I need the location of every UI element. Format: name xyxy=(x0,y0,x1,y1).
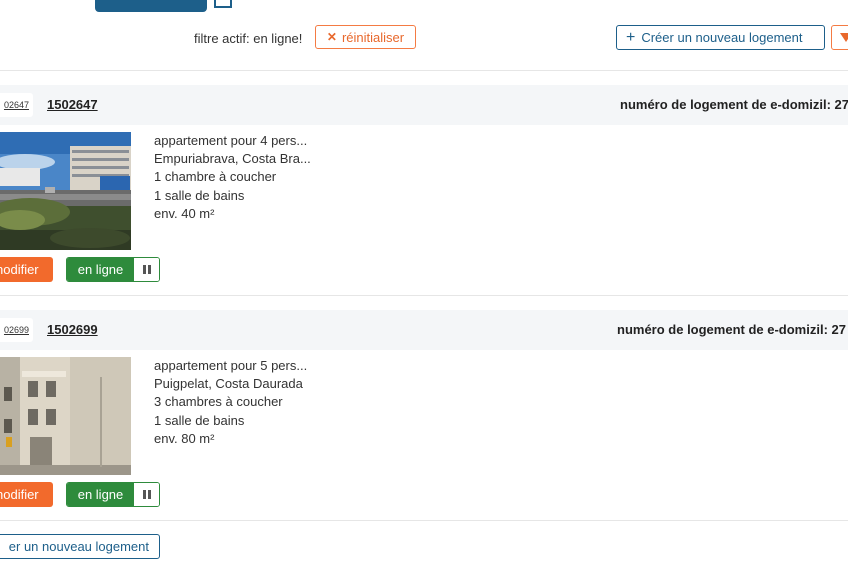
listing-area: env. 80 m² xyxy=(154,430,215,446)
listing-location: Puigpelat, Costa Daurada xyxy=(154,376,303,392)
status-toggle[interactable]: en ligne xyxy=(66,482,160,507)
listing-photo[interactable] xyxy=(0,357,131,475)
listing-location: Empuriabrava, Costa Bra... xyxy=(154,151,311,167)
filter-icon xyxy=(840,33,848,42)
divider xyxy=(0,295,848,296)
list-view-icon[interactable] xyxy=(214,0,232,8)
online-status-button[interactable]: en ligne xyxy=(67,483,134,506)
listing-header: 02699 1502699 numéro de logement de e-do… xyxy=(0,310,848,350)
listing-bathrooms: 1 salle de bains xyxy=(154,412,245,428)
edit-button[interactable]: nodifier xyxy=(0,482,53,507)
listing-type: appartement pour 4 pers... xyxy=(154,133,308,148)
edit-button[interactable]: nodifier xyxy=(0,257,53,282)
reset-filter-button[interactable]: ✕ réinitialiser xyxy=(315,25,416,49)
listing-header: 02647 1502647 numéro de logement de e-do… xyxy=(0,85,848,125)
online-status-button[interactable]: en ligne xyxy=(67,258,134,281)
listing-area: env. 40 m² xyxy=(154,205,215,221)
divider xyxy=(0,70,848,71)
listing-bathrooms: 1 salle de bains xyxy=(154,187,245,203)
pause-icon xyxy=(142,490,151,499)
pause-icon xyxy=(142,265,151,274)
edomizil-number: numéro de logement de e-domizil: 27 xyxy=(620,97,848,112)
create-listing-bottom-button[interactable]: er un nouveau logement xyxy=(0,534,160,559)
listing-id-link[interactable]: 1502647 xyxy=(47,97,98,112)
filter-button[interactable] xyxy=(831,25,848,50)
active-filter-text: filtre actif: en ligne! xyxy=(194,31,303,46)
listing-info: appartement pour 5 pers... Puigpelat, Co… xyxy=(154,357,307,448)
listing-info: appartement pour 4 pers... Empuriabrava,… xyxy=(154,132,311,223)
edomizil-number: numéro de logement de e-domizil: 27 xyxy=(617,322,846,337)
create-listing-button[interactable]: + Créer un nouveau logement xyxy=(616,25,825,50)
listing-photo[interactable] xyxy=(0,132,131,250)
listing-type: appartement pour 5 pers... xyxy=(154,358,308,373)
status-toggle[interactable]: en ligne xyxy=(66,257,160,282)
reset-filter-label: réinitialiser xyxy=(341,29,405,45)
listing-id-link[interactable]: 1502699 xyxy=(47,322,98,337)
listing-bedrooms: 3 chambres à coucher xyxy=(154,394,283,410)
active-view-button[interactable] xyxy=(95,0,207,12)
pause-button[interactable] xyxy=(134,258,159,281)
listing-id-chip[interactable]: 02699 xyxy=(0,318,33,342)
divider xyxy=(0,520,848,521)
plus-icon: + xyxy=(626,28,636,46)
create-listing-label: Créer un nouveau logement xyxy=(641,30,803,45)
pause-button[interactable] xyxy=(134,483,159,506)
listing-id-chip[interactable]: 02647 xyxy=(0,93,33,117)
listing-bedrooms: 1 chambre à coucher xyxy=(154,169,277,185)
close-icon: ✕ xyxy=(326,30,337,44)
